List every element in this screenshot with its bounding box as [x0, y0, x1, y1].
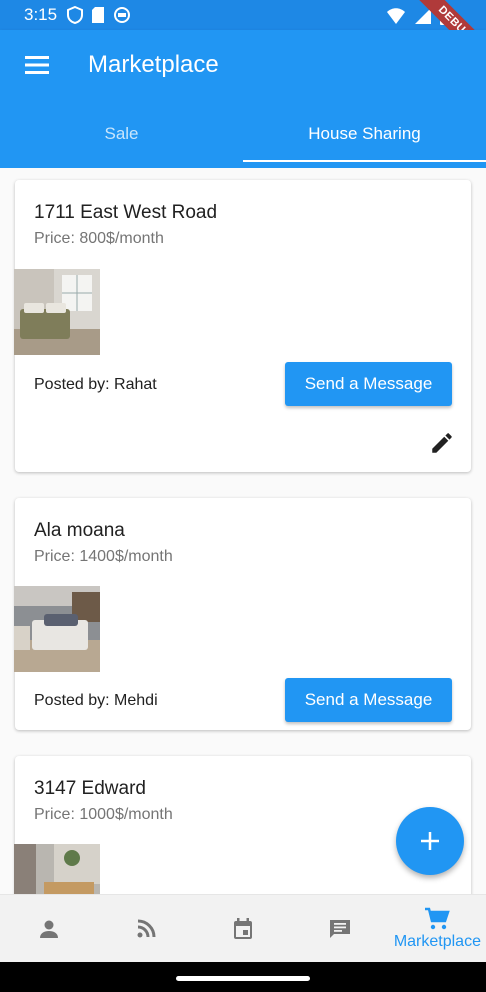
add-icon: [421, 832, 439, 850]
shopping-cart-icon: [425, 907, 451, 930]
nav-profile[interactable]: [0, 895, 97, 963]
edit-icon[interactable]: [429, 430, 455, 456]
status-time: 3:15: [24, 5, 58, 24]
tab-bar: Sale House Sharing: [0, 100, 486, 168]
page-title: Marketplace: [88, 51, 219, 78]
send-message-button[interactable]: Send a Message: [285, 678, 452, 722]
listing-posted-by: Posted by: Rahat: [34, 376, 157, 393]
shield-icon: [67, 6, 84, 24]
app-bar: Marketplace: [0, 30, 486, 100]
person-icon: [39, 920, 58, 938]
listing-address: 3147 Edward: [34, 778, 146, 799]
listing-card: Ala moana Price: 1400$/month Posted by: …: [14, 498, 471, 730]
tab-house-sharing[interactable]: House Sharing: [243, 100, 486, 168]
listing-price: Price: 1000$/month: [34, 806, 173, 823]
listing-address: Ala moana: [34, 520, 125, 541]
nav-calendar[interactable]: [194, 895, 291, 963]
sd-card-icon: [92, 7, 105, 23]
listing-photo: [14, 844, 100, 894]
sync-icon: [114, 7, 131, 23]
listing-photo: [14, 586, 100, 672]
home-gesture-bar[interactable]: [176, 976, 310, 981]
calendar-icon: [234, 918, 252, 939]
listing-address: 1711 East West Road: [34, 202, 218, 223]
listing-list[interactable]: 1711 East West Road Price: 800$/month Po…: [0, 168, 486, 894]
listing-card: 1711 East West Road Price: 800$/month Po…: [14, 180, 471, 472]
nav-messages[interactable]: [292, 895, 389, 963]
tab-sale[interactable]: Sale: [0, 100, 243, 168]
nav-feed[interactable]: [97, 895, 194, 963]
nav-marketplace-label: Marketplace: [393, 933, 481, 950]
listing-posted-by: Posted by: Mehdi: [34, 692, 158, 709]
status-bar: 3:15 DEBUG: [0, 0, 486, 76]
listing-photo: [14, 269, 100, 355]
listing-price: Price: 800$/month: [34, 230, 164, 247]
listing-price: Price: 1400$/month: [34, 548, 173, 565]
send-message-button[interactable]: Send a Message: [285, 362, 452, 406]
rss-feed-icon: [137, 919, 156, 938]
nav-marketplace[interactable]: Marketplace: [389, 895, 486, 963]
menu-icon[interactable]: [22, 50, 52, 80]
add-listing-button[interactable]: [396, 807, 464, 875]
bottom-navigation: Marketplace: [0, 894, 486, 963]
wifi-icon: [387, 7, 405, 24]
system-navigation-bar: [0, 962, 486, 992]
message-icon: [330, 920, 351, 938]
